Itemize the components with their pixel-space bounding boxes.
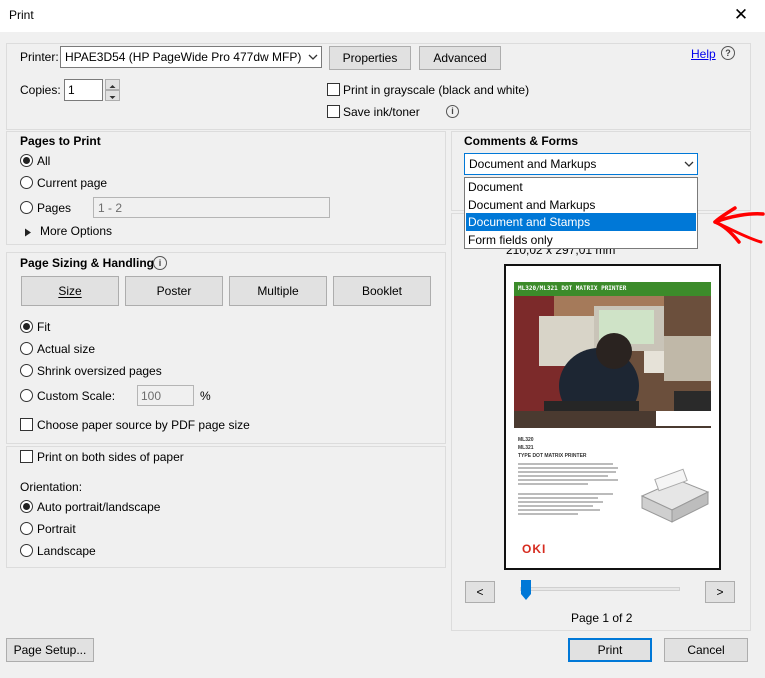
copies-increment-button[interactable] (105, 79, 120, 90)
actual-size-label: Actual size (37, 342, 96, 356)
arrow-down-icon (109, 96, 116, 99)
save-ink-label: Save ink/toner (343, 105, 420, 119)
current-page-radio[interactable] (20, 176, 33, 189)
all-pages-radio[interactable] (20, 154, 33, 167)
doc-bullet-1: ML320 (518, 437, 534, 443)
page-setup-button[interactable]: Page Setup... (6, 638, 94, 662)
copies-label: Copies: (20, 83, 61, 97)
properties-button[interactable]: Properties (329, 46, 411, 70)
pages-range-radio[interactable] (20, 201, 33, 214)
next-page-button[interactable]: > (705, 581, 735, 603)
comments-forms-heading: Comments & Forms (464, 134, 579, 148)
page-slider-thumb[interactable] (520, 579, 532, 601)
paper-source-label: Choose paper source by PDF page size (37, 418, 250, 432)
printer-select[interactable]: HPAE3D54 (HP PageWide Pro 477dw MFP) (60, 46, 322, 68)
doc-bullets: ML320 ML321 TYPE DOT MATRIX PRINTER (518, 436, 587, 460)
fit-label: Fit (37, 320, 51, 334)
grayscale-checkbox[interactable] (327, 83, 340, 96)
tab-size[interactable]: Size (21, 276, 119, 306)
preview-page-thumbnail: ML320/ML321 DOT MATRIX PRINTER ML320 ML3… (504, 264, 721, 570)
pages-to-print-heading: Pages to Print (20, 134, 101, 148)
printer-product-image (640, 468, 710, 523)
title-bar (0, 0, 765, 32)
office-photo-image (514, 296, 711, 428)
doc-bullet-3: TYPE DOT MATRIX PRINTER (518, 453, 587, 459)
printer-label: Printer: (20, 50, 59, 64)
portrait-label: Portrait (37, 522, 76, 536)
custom-scale-input[interactable]: 100 (137, 385, 194, 406)
percent-label: % (200, 389, 211, 403)
tab-booklet[interactable]: Booklet (333, 276, 431, 306)
landscape-radio[interactable] (20, 544, 33, 557)
custom-scale-radio[interactable] (20, 389, 33, 402)
comments-forms-dropdown: Document Document and Markups Document a… (464, 177, 698, 249)
both-sides-label: Print on both sides of paper (37, 450, 184, 464)
pages-range-input[interactable]: 1 - 2 (93, 197, 330, 218)
doc-bullet-2: ML321 (518, 445, 534, 451)
info-icon[interactable]: i (446, 105, 459, 118)
printer-select-value: HPAE3D54 (HP PageWide Pro 477dw MFP) (65, 50, 302, 64)
portrait-radio[interactable] (20, 522, 33, 535)
help-icon[interactable]: ? (721, 46, 735, 60)
current-page-label: Current page (37, 176, 108, 190)
auto-orientation-radio[interactable] (20, 500, 33, 513)
dropdown-option-document-and-stamps[interactable]: Document and Stamps (466, 213, 696, 231)
custom-scale-value: 100 (141, 389, 162, 403)
landscape-label: Landscape (37, 544, 96, 558)
copies-input[interactable] (64, 79, 103, 101)
actual-size-radio[interactable] (20, 342, 33, 355)
oki-logo: OKI (522, 542, 547, 556)
fit-radio[interactable] (20, 320, 33, 333)
photo-corner (656, 411, 711, 426)
pages-range-label: Pages (37, 201, 72, 215)
cancel-button[interactable]: Cancel (664, 638, 748, 662)
custom-scale-label: Custom Scale: (37, 389, 116, 403)
red-arrow-annotation (713, 206, 765, 244)
page-sizing-heading: Page Sizing & Handling (20, 256, 155, 270)
shrink-oversized-radio[interactable] (20, 364, 33, 377)
pages-range-value: 1 - 2 (98, 201, 123, 215)
triangle-right-icon[interactable] (24, 226, 32, 240)
doc-text-lines (518, 463, 618, 515)
chevron-down-icon (304, 47, 321, 67)
doc-header-text: ML320/ML321 DOT MATRIX PRINTER (518, 285, 627, 292)
doc-header-bar: ML320/ML321 DOT MATRIX PRINTER (514, 282, 711, 296)
page-slider-track[interactable] (520, 587, 680, 591)
comments-forms-value: Document and Markups (469, 157, 597, 171)
save-ink-checkbox[interactable] (327, 105, 340, 118)
both-sides-checkbox[interactable] (20, 450, 33, 463)
dropdown-option-document[interactable]: Document (466, 178, 696, 196)
close-icon[interactable]: ✕ (731, 4, 751, 26)
advanced-button[interactable]: Advanced (419, 46, 501, 70)
shrink-oversized-label: Shrink oversized pages (37, 364, 162, 378)
window-title: Print (9, 8, 34, 22)
orientation-label: Orientation: (20, 480, 83, 494)
print-button[interactable]: Print (568, 638, 652, 662)
paper-source-checkbox[interactable] (20, 418, 33, 431)
all-pages-label: All (37, 154, 51, 168)
tab-poster[interactable]: Poster (125, 276, 223, 306)
auto-orientation-label: Auto portrait/landscape (37, 500, 161, 514)
more-options-toggle[interactable]: More Options (40, 224, 112, 238)
tab-size-label: Size (58, 284, 82, 298)
chevron-down-icon (680, 154, 697, 174)
sizing-info-icon[interactable]: i (153, 256, 167, 270)
page-indicator: Page 1 of 2 (571, 611, 633, 625)
grayscale-label: Print in grayscale (black and white) (343, 83, 530, 97)
prev-page-button[interactable]: < (465, 581, 495, 603)
dropdown-option-form-fields-only[interactable]: Form fields only (466, 231, 696, 249)
copies-decrement-button[interactable] (105, 90, 120, 101)
tab-multiple[interactable]: Multiple (229, 276, 327, 306)
dropdown-option-document-and-markups[interactable]: Document and Markups (466, 196, 696, 214)
comments-forms-select[interactable]: Document and Markups (464, 153, 698, 175)
help-link[interactable]: Help (691, 47, 716, 61)
